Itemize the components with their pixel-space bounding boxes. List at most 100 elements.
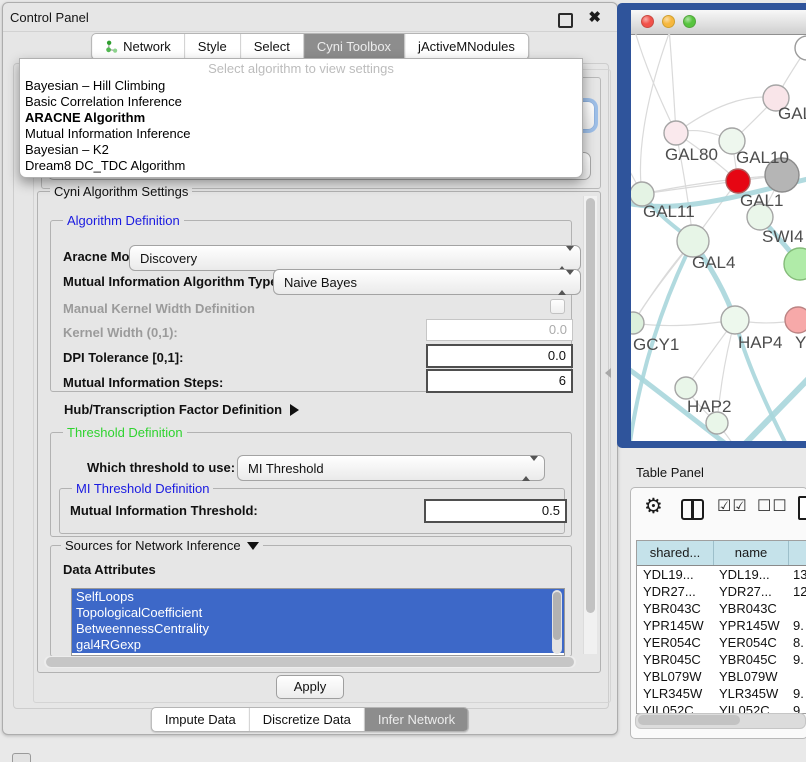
cyni-algorithm-settings-group: Cyni Algorithm Settings Algorithm Defini…: [37, 191, 601, 673]
network-icon: [105, 40, 118, 53]
network-node-hap4[interactable]: [721, 306, 749, 334]
close-window-icon[interactable]: [641, 15, 654, 28]
algorithm-item-basic-correlation-inference[interactable]: Basic Correlation Inference: [20, 94, 582, 110]
zoom-window-icon[interactable]: [683, 15, 696, 28]
attribute-item-topologicalcoefficient[interactable]: TopologicalCoefficient: [72, 605, 564, 621]
scrollbar-thumb[interactable]: [586, 198, 595, 613]
tab-select[interactable]: Select: [241, 34, 304, 59]
network-node-gal80[interactable]: [664, 121, 688, 145]
tab-impute-data[interactable]: Impute Data: [152, 708, 250, 731]
algorithm-item-bayesian-k2[interactable]: Bayesian – K2: [20, 142, 582, 158]
float-panel-icon[interactable]: [558, 13, 573, 28]
table-row[interactable]: YBL079WYBL079W: [637, 668, 806, 685]
algorithm-item-aracne-algorithm[interactable]: ARACNE Algorithm: [20, 110, 582, 126]
table-cell: 8.: [787, 634, 806, 651]
sources-title-row[interactable]: Sources for Network Inference: [61, 538, 263, 553]
node-label-gal1: GAL1: [740, 191, 783, 210]
select-all-icon[interactable]: ☑☑: [717, 496, 748, 516]
table-row[interactable]: YPR145WYPR145W9.: [637, 617, 806, 634]
network-edge[interactable]: [634, 34, 676, 133]
network-node-hap2[interactable]: [675, 377, 697, 399]
algorithm-item-bayesian-hill-climbing[interactable]: Bayesian – Hill Climbing: [20, 78, 582, 94]
manual-kernel-checkbox[interactable]: [550, 299, 565, 314]
algorithm-item-dream8-dc-tdc-algorithm[interactable]: Dream8 DC_TDC Algorithm: [20, 158, 582, 174]
tab-discretize-data[interactable]: Discretize Data: [250, 708, 365, 731]
table-cell: YBL079W: [713, 668, 787, 685]
network-edge[interactable]: [669, 34, 676, 133]
network-edge[interactable]: [642, 181, 738, 194]
column-header-a[interactable]: A: [789, 541, 806, 565]
network-edge[interactable]: [640, 34, 671, 194]
hub-definition-section[interactable]: Hub/Transcription Factor Definition: [64, 402, 299, 418]
network-node[interactable]: [795, 36, 806, 60]
settings-vertical-scrollbar[interactable]: [583, 196, 597, 654]
table-cell: 9.: [787, 651, 806, 668]
panel-splitter-handle[interactable]: [605, 368, 611, 378]
table-row[interactable]: YER054CYER054C8.: [637, 634, 806, 651]
table-panel-window: ⚙ ☑☑ ☐☐ shared...nameA YDL19...YDL19...1…: [630, 487, 806, 739]
table-row[interactable]: YBR045CYBR045C9.: [637, 651, 806, 668]
dpi-tolerance-field[interactable]: 0.0: [426, 344, 573, 368]
table-cell: 9.: [787, 617, 806, 634]
table-row[interactable]: YDR27...YDR27...12: [637, 583, 806, 600]
attribute-item-betweennesscentrality[interactable]: BetweennessCentrality: [72, 621, 564, 637]
sources-group: Sources for Network Inference Data Attri…: [50, 545, 572, 657]
network-edge-bundle[interactable]: [742, 375, 806, 441]
tab-style[interactable]: Style: [185, 34, 241, 59]
mi-threshold-title: MI Threshold Definition: [72, 481, 213, 496]
mi-threshold-label: Mutual Information Threshold:: [70, 503, 258, 519]
network-canvas[interactable]: GALGAL80GAL10GAL1GAL11SWI4GAL4HAP4YGCY1H…: [631, 34, 806, 441]
table-cell: YDL19...: [713, 566, 787, 583]
data-attributes-list[interactable]: SelfLoopsTopologicalCoefficientBetweenne…: [71, 588, 565, 656]
scrollbar-thumb[interactable]: [553, 592, 561, 640]
close-icon[interactable]: ✖: [588, 8, 601, 26]
aracne-mode-combo[interactable]: Discovery: [129, 245, 581, 271]
tab-label: jActiveMNodules: [418, 39, 515, 54]
mi-threshold-field[interactable]: 0.5: [424, 499, 567, 523]
tab-jactivemnodules[interactable]: jActiveMNodules: [405, 34, 528, 59]
network-node-gal1[interactable]: [726, 169, 750, 193]
scrollbar-thumb[interactable]: [638, 715, 740, 725]
gear-icon[interactable]: ⚙: [644, 495, 663, 519]
which-threshold-combo[interactable]: MI Threshold: [237, 455, 545, 481]
column-header-shared[interactable]: shared...: [637, 541, 714, 565]
network-edge[interactable]: [633, 320, 735, 326]
tab-infer-network[interactable]: Infer Network: [365, 708, 468, 731]
deselect-all-icon[interactable]: ☐☐: [757, 496, 788, 516]
mi-type-combo[interactable]: Naive Bayes: [273, 269, 581, 295]
table-cell: [787, 668, 806, 685]
minimized-panel-icon[interactable]: [12, 753, 31, 762]
network-window-titlebar[interactable]: [631, 10, 806, 35]
table-horizontal-scrollbar[interactable]: [635, 713, 806, 729]
tab-label: Impute Data: [165, 712, 236, 727]
algorithm-dropdown-popup: Select algorithm to view settings Bayesi…: [19, 58, 583, 178]
tab-network[interactable]: Network: [92, 34, 185, 59]
apply-button[interactable]: Apply: [276, 675, 344, 699]
table-body: YDL19...YDL19...13YDR27...YDR27...12YBR0…: [637, 566, 806, 714]
tab-label: Infer Network: [378, 712, 455, 727]
columns-icon[interactable]: [681, 499, 704, 520]
attribute-item-selfloops[interactable]: SelfLoops: [72, 589, 564, 605]
tab-label: Style: [198, 39, 227, 54]
column-header-name[interactable]: name: [714, 541, 789, 565]
network-node-gcy1[interactable]: [631, 312, 644, 334]
node-label-gal10: GAL10: [736, 148, 789, 167]
scrollbar-thumb[interactable]: [46, 657, 574, 667]
attribute-item-gal4rgexp[interactable]: gal4RGexp: [72, 637, 564, 653]
node-label-gal11: GAL11: [643, 202, 695, 221]
attributes-scrollbar[interactable]: [552, 590, 562, 654]
network-node[interactable]: [784, 248, 806, 280]
network-edge[interactable]: [676, 97, 776, 133]
collapse-down-icon: [247, 542, 259, 550]
network-node-y[interactable]: [785, 307, 806, 333]
table-row[interactable]: YLR345WYLR345W9.: [637, 685, 806, 702]
settings-horizontal-scrollbar[interactable]: [44, 656, 576, 668]
kernel-width-field[interactable]: 0.0: [426, 319, 573, 341]
mi-steps-field[interactable]: 6: [426, 369, 573, 393]
table-row[interactable]: YDL19...YDL19...13: [637, 566, 806, 583]
new-table-icon[interactable]: [798, 496, 806, 520]
table-row[interactable]: YBR043CYBR043C: [637, 600, 806, 617]
algorithm-item-mutual-information-inference[interactable]: Mutual Information Inference: [20, 126, 582, 142]
minimize-window-icon[interactable]: [662, 15, 675, 28]
tab-cyni-toolbox[interactable]: Cyni Toolbox: [304, 34, 405, 59]
